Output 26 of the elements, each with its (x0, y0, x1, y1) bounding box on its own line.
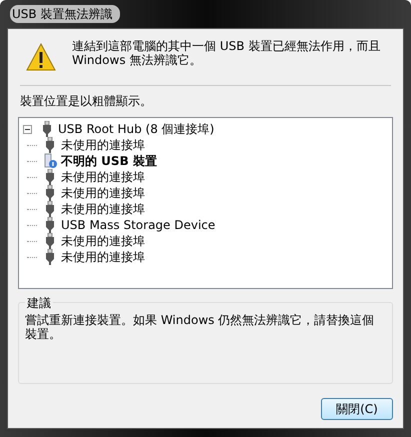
plug-icon (43, 169, 57, 185)
tree-item[interactable]: 未使用的連接埠 (61, 232, 145, 250)
collapse-icon[interactable] (23, 124, 32, 134)
plug-icon (43, 217, 57, 233)
warning-icon (26, 43, 56, 71)
unknown-device-icon (43, 153, 57, 169)
plug-icon (43, 137, 57, 153)
tree-item[interactable]: 未使用的連接埠 (61, 200, 145, 218)
tree-item[interactable]: 未使用的連接埠 (61, 168, 145, 186)
plug-icon (40, 121, 54, 137)
close-button[interactable]: 關閉(C) (321, 398, 393, 420)
plug-icon (43, 201, 57, 217)
tree-item[interactable]: 未使用的連接埠 (61, 248, 145, 266)
tree-item[interactable]: 未使用的連接埠 (61, 184, 145, 202)
window-title: USB 裝置無法辨識 (10, 5, 120, 23)
suggestion-text: 嘗試重新連接裝置。如果 Windows 仍然無法辨識它，請替換這個裝置。 (25, 313, 376, 341)
hint-text: 裝置位置是以粗體顯示。 (19, 93, 153, 110)
tree-item[interactable]: 未使用的連接埠 (61, 136, 145, 154)
message-text: 連結到這部電腦的其中一個 USB 裝置已經無法作用，而且 Windows 無法辨識它。 (72, 39, 382, 67)
tree-item[interactable]: USB Root Hub (8 個連接埠) (58, 120, 214, 138)
tree-item[interactable]: 不明的 USB 裝置 (61, 152, 157, 170)
tree-item[interactable]: USB Mass Storage Device (61, 218, 216, 232)
plug-icon (43, 185, 57, 201)
plug-icon (43, 249, 57, 265)
group-title: 建議 (25, 295, 53, 312)
plug-icon (43, 233, 57, 249)
